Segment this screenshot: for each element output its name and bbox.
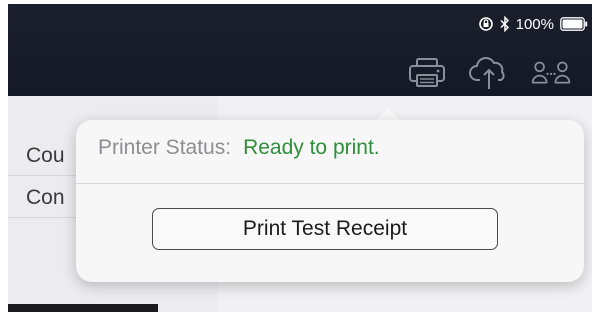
printer-status-label: Printer Status: bbox=[98, 136, 232, 159]
printer-icon[interactable] bbox=[406, 56, 448, 90]
users-icon[interactable] bbox=[530, 56, 572, 90]
battery-icon bbox=[560, 17, 588, 31]
printer-status-line: Printer Status: Ready to print. bbox=[98, 136, 380, 160]
cloud-upload-icon[interactable] bbox=[468, 56, 510, 90]
toolbar bbox=[406, 56, 572, 90]
left-panel-item-label: Con bbox=[26, 185, 65, 209]
orientation-lock-icon bbox=[478, 16, 494, 32]
top-navigation-bar: 100% bbox=[8, 4, 592, 96]
ipad-screen: 100% Cou Con Printer Status: Ready to pr… bbox=[8, 4, 592, 312]
battery-percentage: 100% bbox=[515, 15, 554, 33]
print-test-receipt-button[interactable]: Print Test Receipt bbox=[152, 208, 498, 250]
status-bar: 100% bbox=[478, 14, 588, 34]
printer-status-popover: Printer Status: Ready to print. Print Te… bbox=[76, 120, 584, 282]
left-panel-item-label: Cou bbox=[26, 143, 65, 167]
printer-status-value: Ready to print. bbox=[243, 136, 380, 159]
bluetooth-icon bbox=[500, 16, 510, 32]
popover-divider bbox=[76, 183, 584, 184]
bottom-edge bbox=[8, 304, 158, 312]
